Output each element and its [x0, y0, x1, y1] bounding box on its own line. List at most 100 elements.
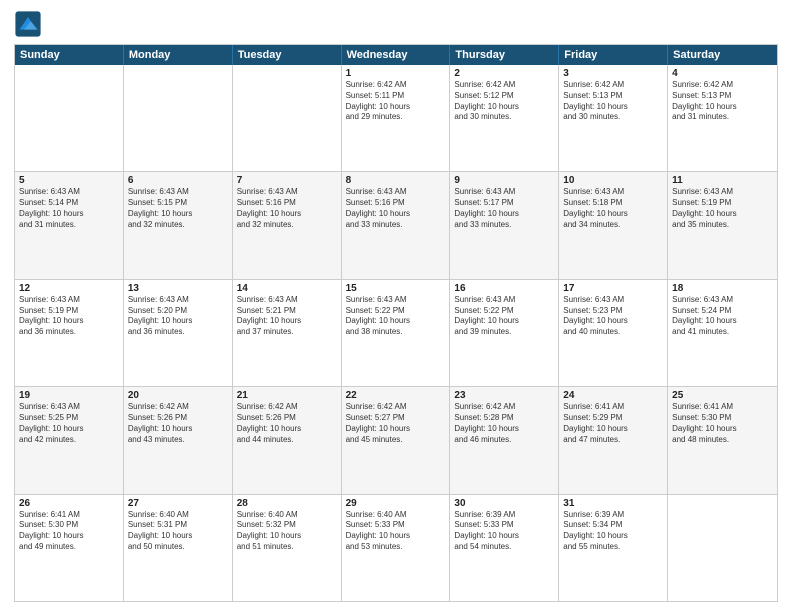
calendar-cell: 3Sunrise: 6:42 AM Sunset: 5:13 PM Daylig… — [559, 65, 668, 171]
cell-info: Sunrise: 6:40 AM Sunset: 5:32 PM Dayligh… — [237, 510, 337, 553]
cell-info: Sunrise: 6:42 AM Sunset: 5:28 PM Dayligh… — [454, 402, 554, 445]
cell-info: Sunrise: 6:43 AM Sunset: 5:16 PM Dayligh… — [346, 187, 446, 230]
cell-info: Sunrise: 6:43 AM Sunset: 5:21 PM Dayligh… — [237, 295, 337, 338]
calendar-cell — [233, 65, 342, 171]
calendar-cell: 16Sunrise: 6:43 AM Sunset: 5:22 PM Dayli… — [450, 280, 559, 386]
day-number: 22 — [346, 390, 446, 401]
calendar-cell — [668, 495, 777, 601]
page-header — [14, 10, 778, 38]
day-number: 24 — [563, 390, 663, 401]
cell-info: Sunrise: 6:43 AM Sunset: 5:22 PM Dayligh… — [454, 295, 554, 338]
logo — [14, 10, 46, 38]
cell-info: Sunrise: 6:43 AM Sunset: 5:18 PM Dayligh… — [563, 187, 663, 230]
day-number: 11 — [672, 175, 773, 186]
cell-info: Sunrise: 6:42 AM Sunset: 5:12 PM Dayligh… — [454, 80, 554, 123]
day-number: 23 — [454, 390, 554, 401]
cell-info: Sunrise: 6:42 AM Sunset: 5:13 PM Dayligh… — [563, 80, 663, 123]
day-number: 3 — [563, 68, 663, 79]
day-number: 4 — [672, 68, 773, 79]
calendar-row: 12Sunrise: 6:43 AM Sunset: 5:19 PM Dayli… — [15, 279, 777, 386]
cell-info: Sunrise: 6:43 AM Sunset: 5:17 PM Dayligh… — [454, 187, 554, 230]
calendar-cell: 17Sunrise: 6:43 AM Sunset: 5:23 PM Dayli… — [559, 280, 668, 386]
calendar-page: SundayMondayTuesdayWednesdayThursdayFrid… — [0, 0, 792, 612]
day-number: 30 — [454, 498, 554, 509]
day-number: 9 — [454, 175, 554, 186]
day-number: 14 — [237, 283, 337, 294]
weekday-header: Monday — [124, 45, 233, 65]
day-number: 19 — [19, 390, 119, 401]
calendar-header: SundayMondayTuesdayWednesdayThursdayFrid… — [15, 45, 777, 65]
cell-info: Sunrise: 6:39 AM Sunset: 5:33 PM Dayligh… — [454, 510, 554, 553]
day-number: 28 — [237, 498, 337, 509]
calendar-cell — [15, 65, 124, 171]
day-number: 5 — [19, 175, 119, 186]
calendar-cell — [124, 65, 233, 171]
calendar-row: 5Sunrise: 6:43 AM Sunset: 5:14 PM Daylig… — [15, 171, 777, 278]
weekday-header: Friday — [559, 45, 668, 65]
calendar-cell: 12Sunrise: 6:43 AM Sunset: 5:19 PM Dayli… — [15, 280, 124, 386]
calendar-cell: 15Sunrise: 6:43 AM Sunset: 5:22 PM Dayli… — [342, 280, 451, 386]
calendar-cell: 29Sunrise: 6:40 AM Sunset: 5:33 PM Dayli… — [342, 495, 451, 601]
calendar-cell: 10Sunrise: 6:43 AM Sunset: 5:18 PM Dayli… — [559, 172, 668, 278]
calendar-cell: 13Sunrise: 6:43 AM Sunset: 5:20 PM Dayli… — [124, 280, 233, 386]
cell-info: Sunrise: 6:43 AM Sunset: 5:20 PM Dayligh… — [128, 295, 228, 338]
day-number: 21 — [237, 390, 337, 401]
cell-info: Sunrise: 6:43 AM Sunset: 5:22 PM Dayligh… — [346, 295, 446, 338]
calendar-cell: 6Sunrise: 6:43 AM Sunset: 5:15 PM Daylig… — [124, 172, 233, 278]
day-number: 12 — [19, 283, 119, 294]
calendar-cell: 8Sunrise: 6:43 AM Sunset: 5:16 PM Daylig… — [342, 172, 451, 278]
weekday-header: Sunday — [15, 45, 124, 65]
calendar-cell: 5Sunrise: 6:43 AM Sunset: 5:14 PM Daylig… — [15, 172, 124, 278]
cell-info: Sunrise: 6:43 AM Sunset: 5:19 PM Dayligh… — [672, 187, 773, 230]
calendar-cell: 25Sunrise: 6:41 AM Sunset: 5:30 PM Dayli… — [668, 387, 777, 493]
calendar-cell: 19Sunrise: 6:43 AM Sunset: 5:25 PM Dayli… — [15, 387, 124, 493]
day-number: 16 — [454, 283, 554, 294]
calendar-cell: 4Sunrise: 6:42 AM Sunset: 5:13 PM Daylig… — [668, 65, 777, 171]
calendar-row: 26Sunrise: 6:41 AM Sunset: 5:30 PM Dayli… — [15, 494, 777, 601]
day-number: 13 — [128, 283, 228, 294]
cell-info: Sunrise: 6:43 AM Sunset: 5:25 PM Dayligh… — [19, 402, 119, 445]
cell-info: Sunrise: 6:40 AM Sunset: 5:33 PM Dayligh… — [346, 510, 446, 553]
calendar-cell: 18Sunrise: 6:43 AM Sunset: 5:24 PM Dayli… — [668, 280, 777, 386]
day-number: 25 — [672, 390, 773, 401]
cell-info: Sunrise: 6:42 AM Sunset: 5:13 PM Dayligh… — [672, 80, 773, 123]
day-number: 26 — [19, 498, 119, 509]
weekday-header: Saturday — [668, 45, 777, 65]
calendar-cell: 26Sunrise: 6:41 AM Sunset: 5:30 PM Dayli… — [15, 495, 124, 601]
calendar-cell: 1Sunrise: 6:42 AM Sunset: 5:11 PM Daylig… — [342, 65, 451, 171]
calendar-cell: 9Sunrise: 6:43 AM Sunset: 5:17 PM Daylig… — [450, 172, 559, 278]
day-number: 29 — [346, 498, 446, 509]
cell-info: Sunrise: 6:41 AM Sunset: 5:29 PM Dayligh… — [563, 402, 663, 445]
calendar-row: 1Sunrise: 6:42 AM Sunset: 5:11 PM Daylig… — [15, 65, 777, 171]
day-number: 18 — [672, 283, 773, 294]
cell-info: Sunrise: 6:43 AM Sunset: 5:14 PM Dayligh… — [19, 187, 119, 230]
cell-info: Sunrise: 6:42 AM Sunset: 5:26 PM Dayligh… — [237, 402, 337, 445]
day-number: 7 — [237, 175, 337, 186]
cell-info: Sunrise: 6:39 AM Sunset: 5:34 PM Dayligh… — [563, 510, 663, 553]
calendar-cell: 14Sunrise: 6:43 AM Sunset: 5:21 PM Dayli… — [233, 280, 342, 386]
day-number: 20 — [128, 390, 228, 401]
day-number: 10 — [563, 175, 663, 186]
calendar-cell: 7Sunrise: 6:43 AM Sunset: 5:16 PM Daylig… — [233, 172, 342, 278]
cell-info: Sunrise: 6:43 AM Sunset: 5:16 PM Dayligh… — [237, 187, 337, 230]
day-number: 6 — [128, 175, 228, 186]
calendar-cell: 28Sunrise: 6:40 AM Sunset: 5:32 PM Dayli… — [233, 495, 342, 601]
calendar-cell: 22Sunrise: 6:42 AM Sunset: 5:27 PM Dayli… — [342, 387, 451, 493]
cell-info: Sunrise: 6:42 AM Sunset: 5:11 PM Dayligh… — [346, 80, 446, 123]
cell-info: Sunrise: 6:43 AM Sunset: 5:19 PM Dayligh… — [19, 295, 119, 338]
cell-info: Sunrise: 6:43 AM Sunset: 5:24 PM Dayligh… — [672, 295, 773, 338]
day-number: 31 — [563, 498, 663, 509]
calendar-cell: 23Sunrise: 6:42 AM Sunset: 5:28 PM Dayli… — [450, 387, 559, 493]
calendar: SundayMondayTuesdayWednesdayThursdayFrid… — [14, 44, 778, 602]
cell-info: Sunrise: 6:43 AM Sunset: 5:15 PM Dayligh… — [128, 187, 228, 230]
weekday-header: Thursday — [450, 45, 559, 65]
logo-icon — [14, 10, 42, 38]
cell-info: Sunrise: 6:43 AM Sunset: 5:23 PM Dayligh… — [563, 295, 663, 338]
weekday-header: Tuesday — [233, 45, 342, 65]
weekday-header: Wednesday — [342, 45, 451, 65]
cell-info: Sunrise: 6:42 AM Sunset: 5:27 PM Dayligh… — [346, 402, 446, 445]
calendar-cell: 11Sunrise: 6:43 AM Sunset: 5:19 PM Dayli… — [668, 172, 777, 278]
calendar-body: 1Sunrise: 6:42 AM Sunset: 5:11 PM Daylig… — [15, 65, 777, 601]
cell-info: Sunrise: 6:40 AM Sunset: 5:31 PM Dayligh… — [128, 510, 228, 553]
calendar-cell: 30Sunrise: 6:39 AM Sunset: 5:33 PM Dayli… — [450, 495, 559, 601]
